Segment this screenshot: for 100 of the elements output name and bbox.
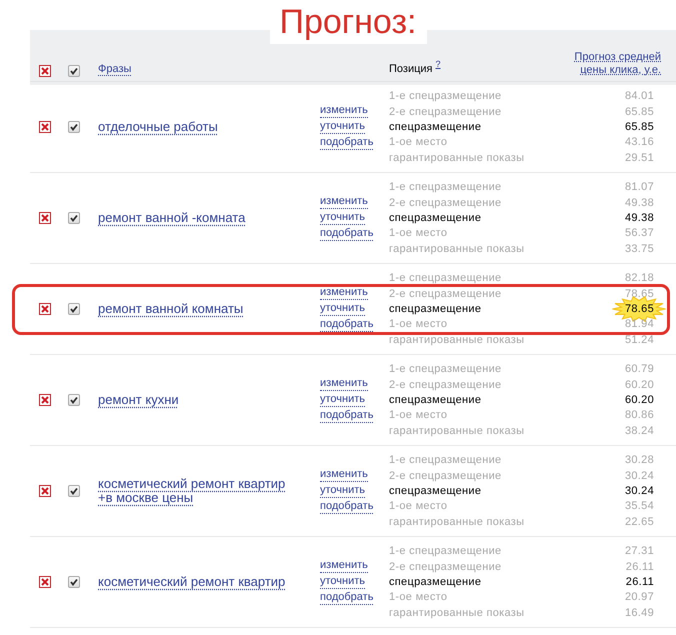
price-value: 65.85 xyxy=(624,106,654,118)
price-value: 30.24 xyxy=(624,484,654,497)
position-name: 1-ое место xyxy=(389,318,448,330)
price-value: 81.94 xyxy=(624,318,654,330)
position-name: 1-е спецразмещение xyxy=(389,363,502,376)
position-name: 1-ое место xyxy=(389,500,448,512)
action-link[interactable]: изменить xyxy=(320,559,368,573)
price-value: 81.07 xyxy=(624,181,654,194)
phrases-link[interactable]: Фразы xyxy=(98,63,132,76)
position-name: спецразмещение xyxy=(389,302,482,315)
action-link[interactable]: подобрать xyxy=(320,591,374,605)
price-value: 82.18 xyxy=(624,272,654,284)
position-name: 2-е спецразмещение xyxy=(389,196,502,209)
position-name: 2-е спецразмещение xyxy=(389,378,502,391)
position-name: гарантированные показы xyxy=(389,242,524,255)
position-name: 2-е спецразмещение xyxy=(389,106,502,118)
price-value: 22.65 xyxy=(624,516,654,528)
action-link[interactable]: подобрать xyxy=(320,227,374,241)
price-value: 26.11 xyxy=(626,576,654,588)
delete-icon[interactable] xyxy=(39,485,51,497)
delete-icon[interactable] xyxy=(39,394,51,406)
price-value: 33.75 xyxy=(624,242,654,255)
position-name: гарантированные показы xyxy=(389,334,524,346)
action-link[interactable]: изменить xyxy=(320,468,368,482)
delete-icon[interactable] xyxy=(39,65,51,77)
position-name: спецразмещение xyxy=(389,484,482,497)
action-link[interactable]: изменить xyxy=(320,104,368,118)
position-name: спецразмещение xyxy=(389,576,482,588)
checkbox[interactable] xyxy=(68,121,80,133)
price-forecast-link[interactable]: Прогноз средней цены клика, у.е. xyxy=(569,51,661,77)
price-value: 29.51 xyxy=(624,152,654,164)
action-link[interactable]: уточнить xyxy=(320,211,366,225)
help-link[interactable]: ? xyxy=(436,59,441,69)
position-name: 1-ое место xyxy=(389,409,448,422)
price-value: 27.31 xyxy=(624,545,654,558)
action-link[interactable]: уточнить xyxy=(320,393,366,407)
checkbox[interactable] xyxy=(68,212,80,224)
checkbox[interactable] xyxy=(68,394,80,406)
action-link[interactable]: уточнить xyxy=(320,575,366,589)
delete-icon[interactable] xyxy=(39,576,51,588)
delete-icon[interactable] xyxy=(39,212,51,224)
phrase-link[interactable]: ремонт ванной -комната xyxy=(98,211,298,225)
price-value: 84.01 xyxy=(624,90,654,102)
position-name: 1-е спецразмещение xyxy=(389,90,502,102)
price-value: 49.38 xyxy=(624,196,654,209)
phrase-link[interactable]: косметический ремонт квартир +в москве цены xyxy=(98,477,298,505)
checkbox[interactable] xyxy=(68,65,80,77)
action-link[interactable]: уточнить xyxy=(320,120,366,134)
phrase-link[interactable]: отделочные работы xyxy=(98,120,298,134)
price-value: 26.11 xyxy=(626,560,654,573)
delete-icon[interactable] xyxy=(39,121,51,133)
position-name: 1-е спецразмещение xyxy=(389,272,502,284)
price-value: 16.49 xyxy=(624,606,654,619)
action-link[interactable]: изменить xyxy=(320,286,368,300)
checkbox[interactable] xyxy=(68,303,80,315)
phrase-link[interactable]: ремонт ванной комнаты xyxy=(98,302,298,316)
position-name: 1-е спецразмещение xyxy=(389,181,502,194)
action-link[interactable]: подобрать xyxy=(320,136,374,150)
price-value: 65.85 xyxy=(624,120,654,133)
price-value: 43.16 xyxy=(624,136,654,148)
checkbox[interactable] xyxy=(68,576,80,588)
delete-icon[interactable] xyxy=(39,303,51,315)
position-name: спецразмещение xyxy=(389,212,482,224)
position-name: 2-е спецразмещение xyxy=(389,470,502,482)
position-name: спецразмещение xyxy=(389,120,482,133)
phrase-link[interactable]: ремонт кухни xyxy=(98,393,298,407)
position-name: спецразмещение xyxy=(389,394,482,406)
price-value: 78.65 xyxy=(624,302,654,315)
price-value: 30.24 xyxy=(624,470,654,482)
position-name: 1-ое место xyxy=(389,136,448,148)
position-name: 2-е спецразмещение xyxy=(389,560,502,573)
action-link[interactable]: уточнить xyxy=(320,484,366,498)
phrase-link[interactable]: косметический ремонт квартир xyxy=(98,575,298,589)
position-name: гарантированные показы xyxy=(389,152,524,164)
position-name: гарантированные показы xyxy=(389,516,524,528)
price-value: 20.97 xyxy=(624,591,654,604)
price-value: 78.65 xyxy=(624,288,654,300)
action-link[interactable]: изменить xyxy=(320,377,368,391)
action-link[interactable]: уточнить xyxy=(320,302,366,316)
price-value: 56.37 xyxy=(624,227,654,240)
price-value: 60.79 xyxy=(624,363,654,376)
price-value: 60.20 xyxy=(624,378,654,391)
position-name: 1-ое место xyxy=(389,227,448,240)
position-name: 1-ое место xyxy=(389,591,448,604)
position-name: 1-е спецразмещение xyxy=(389,545,502,558)
price-value: 49.38 xyxy=(624,212,654,224)
price-value: 51.24 xyxy=(624,334,654,346)
action-link[interactable]: подобрать xyxy=(320,500,374,514)
checkbox[interactable] xyxy=(68,485,80,497)
position-label: Позиция xyxy=(389,63,432,75)
price-value: 30.28 xyxy=(624,454,654,466)
position-name: гарантированные показы xyxy=(389,424,524,437)
position-name: гарантированные показы xyxy=(389,606,524,619)
action-link[interactable]: подобрать xyxy=(320,318,374,332)
action-link[interactable]: подобрать xyxy=(320,409,374,423)
position-name: 1-е спецразмещение xyxy=(389,454,502,466)
action-link[interactable]: изменить xyxy=(320,195,368,209)
price-value: 35.54 xyxy=(624,500,654,512)
price-value: 60.20 xyxy=(624,394,654,406)
price-value: 80.86 xyxy=(624,409,654,422)
